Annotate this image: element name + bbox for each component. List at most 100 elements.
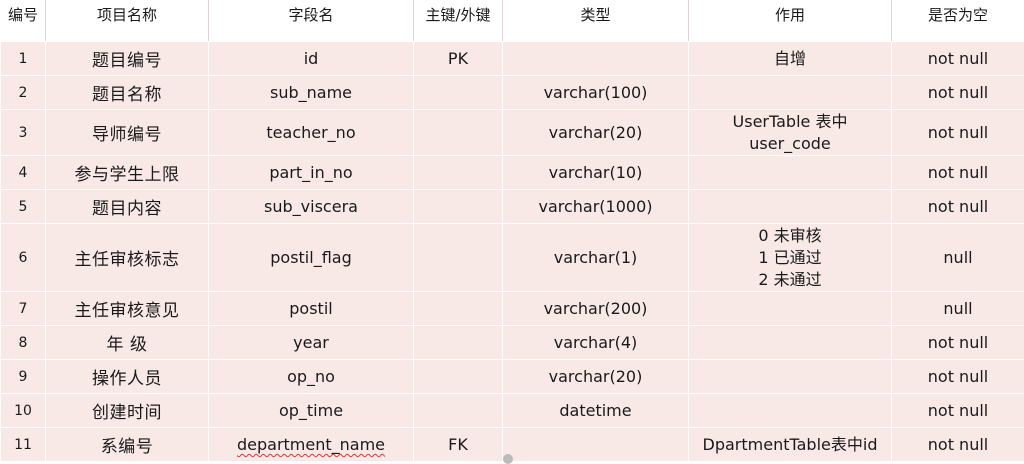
cell-role-line: 2 未通过 xyxy=(691,269,889,291)
cell-num: 11 xyxy=(1,428,46,462)
cell-key xyxy=(414,326,503,360)
cell-type: varchar(10) xyxy=(503,156,689,190)
cell-role-line: UserTable 表中 xyxy=(691,111,889,133)
cell-num: 9 xyxy=(1,360,46,394)
cell-name-text: 参与学生上限 xyxy=(75,165,180,185)
cell-role xyxy=(689,76,892,110)
cell-name-text: 主任审核意见 xyxy=(75,301,180,321)
cell-key xyxy=(414,292,503,326)
header-nullable: 是否为空 xyxy=(892,1,1024,42)
cell-name: 系编号 xyxy=(46,428,209,462)
cell-type: varchar(4) xyxy=(503,326,689,360)
table-row: 6 主任审核标志 postil_flag varchar(1) 0 未审核1 已通过2 … xyxy=(1,224,1024,292)
cell-type-text: varchar(1000) xyxy=(538,197,652,216)
cell-num: 8 xyxy=(1,326,46,360)
cell-num: 1 xyxy=(1,42,46,76)
cursor-icon xyxy=(503,454,513,464)
header-row: 编号 项目名称 字段名 主键/外键 类型 作用 是否为空 xyxy=(1,1,1024,42)
cell-role-line: 自增 xyxy=(691,48,889,70)
table-row: 4参与学生上限part_in_novarchar(10)not null xyxy=(1,156,1024,190)
cell-key: FK xyxy=(414,428,503,462)
cell-num-text: 6 xyxy=(19,250,28,266)
cell-num-text: 4 xyxy=(19,165,28,181)
cell-field: year xyxy=(209,326,414,360)
cell-nullable: not null xyxy=(892,326,1024,360)
cell-key xyxy=(414,76,503,110)
cell-nullable-text: not null xyxy=(928,83,988,102)
cell-name-text: 创建时间 xyxy=(92,403,162,423)
cell-type-text: varchar(4) xyxy=(554,333,637,352)
cell-name: 主任审核标志 xyxy=(46,224,209,292)
header-name: 项目名称 xyxy=(46,1,209,42)
cell-field: postil_flag xyxy=(209,224,414,292)
cell-nullable-text: not null xyxy=(928,163,988,182)
cell-role xyxy=(689,292,892,326)
cell-nullable: not null xyxy=(892,360,1024,394)
cell-type-text: varchar(20) xyxy=(549,367,643,386)
cell-field-text: postil_flag xyxy=(270,248,351,267)
cell-key xyxy=(414,110,503,156)
cell-num: 4 xyxy=(1,156,46,190)
cell-name-text: 系编号 xyxy=(101,437,154,457)
cell-role-line: DpartmentTable表中id xyxy=(691,434,889,456)
cell-name: 参与学生上限 xyxy=(46,156,209,190)
cell-num: 7 xyxy=(1,292,46,326)
cell-type: varchar(1000) xyxy=(503,190,689,224)
cell-type xyxy=(503,428,689,462)
cell-type-text: datetime xyxy=(559,401,631,420)
cell-field: postil xyxy=(209,292,414,326)
table-row: 2题目名称sub_namevarchar(100)not null xyxy=(1,76,1024,110)
cell-name: 题目内容 xyxy=(46,190,209,224)
cell-field: id xyxy=(209,42,414,76)
cell-field-text: postil xyxy=(289,299,332,318)
cell-field-text: op_time xyxy=(279,401,343,420)
cell-field: op_time xyxy=(209,394,414,428)
cell-name-text: 题目内容 xyxy=(92,199,162,219)
cell-role: 0 未审核1 已通过2 未通过 xyxy=(689,224,892,292)
cell-type: varchar(20) xyxy=(503,110,689,156)
cell-name-text: 年 级 xyxy=(107,335,148,355)
cell-type-text: varchar(1) xyxy=(554,248,637,267)
cell-name: 题目编号 xyxy=(46,42,209,76)
cell-num-text: 10 xyxy=(14,403,32,419)
cell-name: 创建时间 xyxy=(46,394,209,428)
cell-nullable-text: not null xyxy=(928,49,988,68)
cell-type: datetime xyxy=(503,394,689,428)
header-key: 主键/外键 xyxy=(414,1,503,42)
cell-type-text: varchar(20) xyxy=(549,123,643,142)
table-row: 8 年 级 year varchar(4) not null xyxy=(1,326,1024,360)
cell-num-text: 1 xyxy=(19,51,28,67)
cell-field-text: sub_name xyxy=(270,83,352,102)
cell-key-text: PK xyxy=(448,49,468,68)
cell-key xyxy=(414,224,503,292)
cell-num-text: 9 xyxy=(19,369,28,385)
cell-name: 题目名称 xyxy=(46,76,209,110)
cell-role-line: 0 未审核 xyxy=(691,225,889,247)
cell-field-text: op_no xyxy=(287,367,335,386)
header-role: 作用 xyxy=(689,1,892,42)
cell-nullable: not null xyxy=(892,190,1024,224)
cell-num: 10 xyxy=(1,394,46,428)
cell-field-text: id xyxy=(304,49,319,68)
cell-field-text: teacher_no xyxy=(266,123,355,142)
cell-nullable-text: not null xyxy=(928,197,988,216)
cell-num-text: 8 xyxy=(19,335,28,351)
cell-type-text: varchar(10) xyxy=(549,163,643,182)
cell-name: 导师编号 xyxy=(46,110,209,156)
cell-nullable-text: not null xyxy=(928,333,988,352)
cell-nullable-text: null xyxy=(943,299,972,318)
cell-name-text: 题目编号 xyxy=(92,51,162,71)
cell-role-line: user_code xyxy=(691,133,889,155)
cell-field: sub_name xyxy=(209,76,414,110)
cell-role: UserTable 表中user_code xyxy=(689,110,892,156)
cell-role xyxy=(689,156,892,190)
cell-role: DpartmentTable表中id xyxy=(689,428,892,462)
header-num: 编号 xyxy=(1,1,46,42)
cell-nullable: not null xyxy=(892,156,1024,190)
cell-num: 3 xyxy=(1,110,46,156)
cell-type: varchar(1) xyxy=(503,224,689,292)
cell-nullable: not null xyxy=(892,110,1024,156)
cell-name: 年 级 xyxy=(46,326,209,360)
cell-nullable: not null xyxy=(892,76,1024,110)
cell-name-text: 主任审核标志 xyxy=(75,250,180,270)
